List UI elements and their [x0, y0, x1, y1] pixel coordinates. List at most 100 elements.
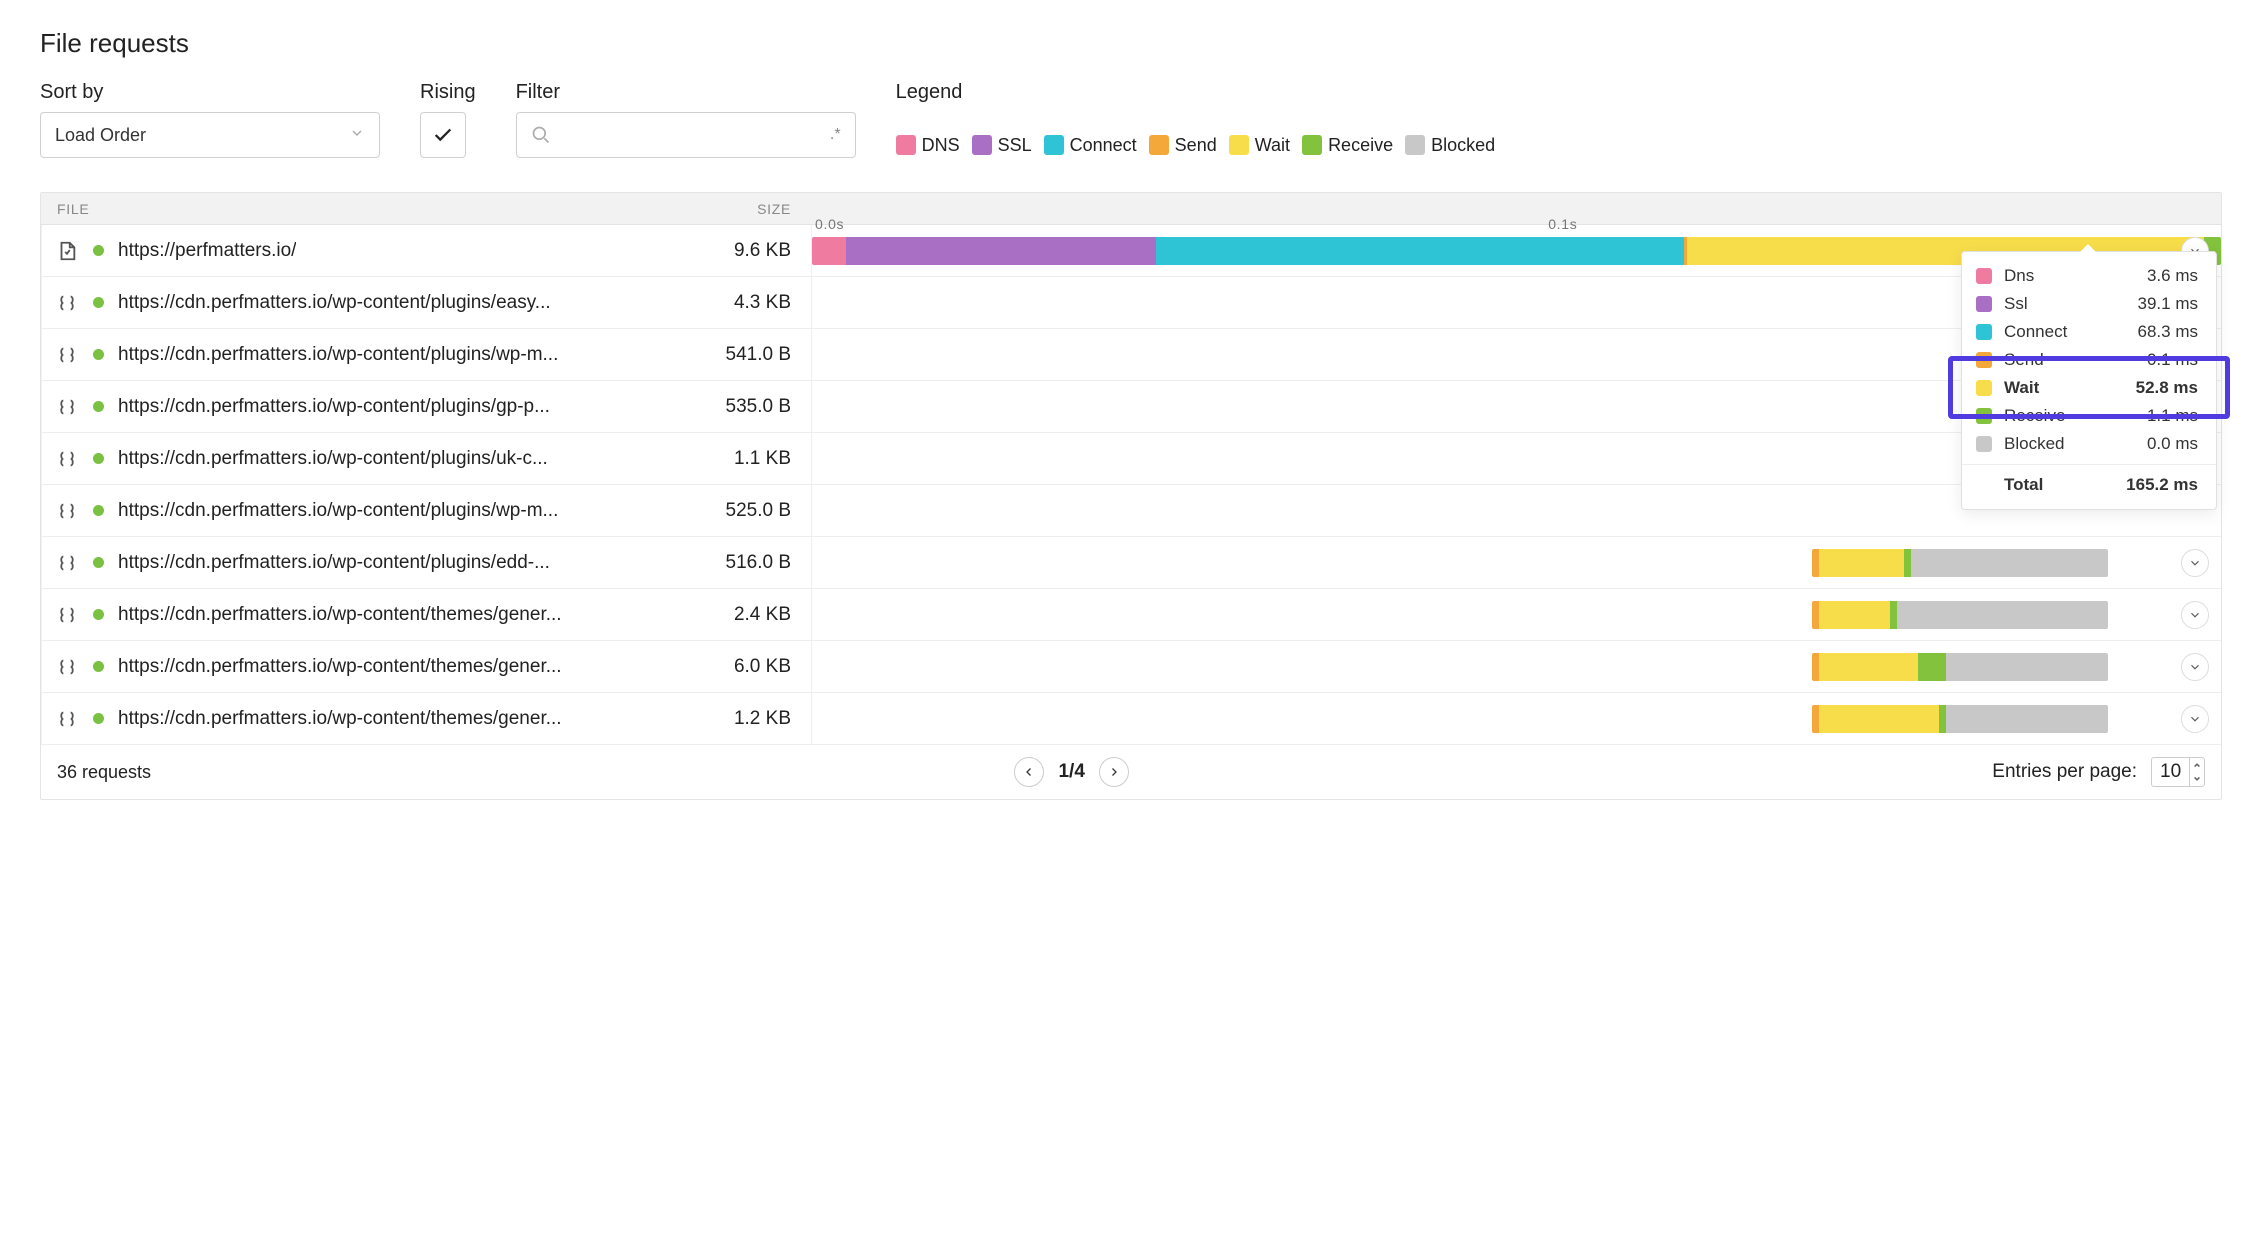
status-dot	[93, 713, 104, 724]
request-count: 36 requests	[57, 762, 151, 783]
legend-swatch	[1229, 135, 1249, 155]
filter-field[interactable]: .*	[516, 112, 856, 158]
table-header: FILE SIZE 0.0s0.1s	[41, 193, 2221, 225]
wf-segment	[1812, 601, 1819, 629]
document-icon	[55, 239, 79, 263]
tooltip-label: Dns	[2004, 266, 2147, 286]
table-row[interactable]: https://cdn.perfmatters.io/wp-content/pl…	[41, 485, 2221, 537]
table-row[interactable]: https://perfmatters.io/ 9.6 KB	[41, 225, 2221, 277]
tooltip-value: 68.3 ms	[2138, 322, 2198, 342]
braces-icon	[55, 707, 79, 731]
waterfall-cell	[811, 589, 2221, 640]
filter-regex-hint: .*	[830, 126, 841, 144]
tooltip-label: Ssl	[2004, 294, 2138, 314]
chevron-down-icon	[2188, 660, 2202, 674]
braces-icon	[55, 343, 79, 367]
tooltip-row: Send 0.1 ms	[1962, 346, 2216, 374]
status-dot	[93, 505, 104, 516]
wf-segment	[1904, 549, 1911, 577]
chevron-left-icon	[1023, 766, 1035, 778]
expand-row-button[interactable]	[2181, 601, 2209, 629]
waterfall-cell	[811, 537, 2221, 588]
col-file-header[interactable]: FILE	[41, 201, 571, 217]
braces-icon	[55, 655, 79, 679]
status-dot	[93, 453, 104, 464]
table-footer: 36 requests 1/4 Entries per page: 10	[41, 745, 2221, 799]
expand-row-button[interactable]	[2181, 653, 2209, 681]
braces-icon	[55, 447, 79, 471]
gridline	[41, 225, 42, 745]
tooltip-row: Connect 68.3 ms	[1962, 318, 2216, 346]
expand-row-button[interactable]	[2181, 549, 2209, 577]
tooltip-total: Total165.2 ms	[1962, 464, 2216, 499]
file-cell: https://cdn.perfmatters.io/wp-content/pl…	[41, 291, 571, 315]
table-body: https://perfmatters.io/ 9.6 KB https://c…	[41, 225, 2221, 745]
tooltip-row: Dns 3.6 ms	[1962, 262, 2216, 290]
rising-label: Rising	[420, 81, 476, 104]
legend-label: DNS	[922, 135, 960, 156]
table-row[interactable]: https://cdn.perfmatters.io/wp-content/pl…	[41, 381, 2221, 433]
sort-by-value: Load Order	[55, 125, 146, 146]
file-url: https://cdn.perfmatters.io/wp-content/pl…	[118, 292, 551, 314]
status-dot	[93, 661, 104, 672]
per-page-input[interactable]: 10	[2151, 757, 2205, 787]
file-url: https://cdn.perfmatters.io/wp-content/pl…	[118, 396, 550, 418]
file-url: https://cdn.perfmatters.io/wp-content/th…	[118, 656, 562, 678]
wf-segment	[1911, 549, 2108, 577]
wf-segment	[1819, 601, 1889, 629]
chevron-down-icon	[349, 125, 365, 146]
tooltip-swatch	[1976, 408, 1992, 424]
table-row[interactable]: https://cdn.perfmatters.io/wp-content/th…	[41, 589, 2221, 641]
status-dot	[93, 297, 104, 308]
tooltip-value: 0.1 ms	[2147, 350, 2198, 370]
wf-segment	[1819, 705, 1939, 733]
filter-input[interactable]	[561, 125, 830, 146]
caret-down-icon	[2193, 775, 2201, 783]
next-page-button[interactable]	[1099, 757, 1129, 787]
status-dot	[93, 557, 104, 568]
file-url: https://cdn.perfmatters.io/wp-content/th…	[118, 604, 562, 626]
tooltip-label: Wait	[2004, 378, 2136, 398]
table-row[interactable]: https://cdn.perfmatters.io/wp-content/th…	[41, 693, 2221, 745]
tooltip-value: 52.8 ms	[2136, 378, 2198, 398]
per-page-stepper[interactable]	[2189, 758, 2204, 786]
file-cell: https://cdn.perfmatters.io/wp-content/pl…	[41, 499, 571, 523]
size-cell: 2.4 KB	[571, 604, 811, 626]
tooltip-total-label: Total	[2004, 475, 2126, 495]
sort-by-group: Sort by Load Order	[40, 81, 380, 158]
tooltip-label: Connect	[2004, 322, 2138, 342]
tooltip-swatch	[1976, 268, 1992, 284]
wf-segment	[1819, 549, 1904, 577]
pager: 1/4	[1014, 757, 1128, 787]
prev-page-button[interactable]	[1014, 757, 1044, 787]
waterfall-bar	[1812, 653, 2108, 681]
page-indicator: 1/4	[1058, 761, 1084, 783]
wf-segment	[1918, 653, 1946, 681]
tooltip-label: Send	[2004, 350, 2147, 370]
legend-swatch	[972, 135, 992, 155]
tooltip-swatch	[1976, 436, 1992, 452]
col-size-header[interactable]: SIZE	[571, 201, 811, 217]
table-row[interactable]: https://cdn.perfmatters.io/wp-content/pl…	[41, 537, 2221, 589]
size-cell: 6.0 KB	[571, 656, 811, 678]
tooltip-swatch	[1976, 324, 1992, 340]
table-row[interactable]: https://cdn.perfmatters.io/wp-content/pl…	[41, 433, 2221, 485]
page-title: File requests	[40, 28, 2222, 59]
file-cell: https://cdn.perfmatters.io/wp-content/pl…	[41, 343, 571, 367]
size-cell: 535.0 B	[571, 396, 811, 418]
legend-label: Receive	[1328, 135, 1393, 156]
file-url: https://cdn.perfmatters.io/wp-content/th…	[118, 708, 562, 730]
table-row[interactable]: https://cdn.perfmatters.io/wp-content/th…	[41, 641, 2221, 693]
size-cell: 4.3 KB	[571, 292, 811, 314]
table-row[interactable]: https://cdn.perfmatters.io/wp-content/pl…	[41, 277, 2221, 329]
tooltip-value: 39.1 ms	[2138, 294, 2198, 314]
table-row[interactable]: https://cdn.perfmatters.io/wp-content/pl…	[41, 329, 2221, 381]
wf-segment	[1946, 653, 2108, 681]
sort-by-select[interactable]: Load Order	[40, 112, 380, 158]
legend-item: SSL	[972, 135, 1040, 156]
per-page-control: Entries per page: 10	[1992, 757, 2205, 787]
legend-label: Send	[1175, 135, 1217, 156]
expand-row-button[interactable]	[2181, 705, 2209, 733]
waterfall-bar	[1812, 705, 2108, 733]
rising-toggle[interactable]	[420, 112, 466, 158]
